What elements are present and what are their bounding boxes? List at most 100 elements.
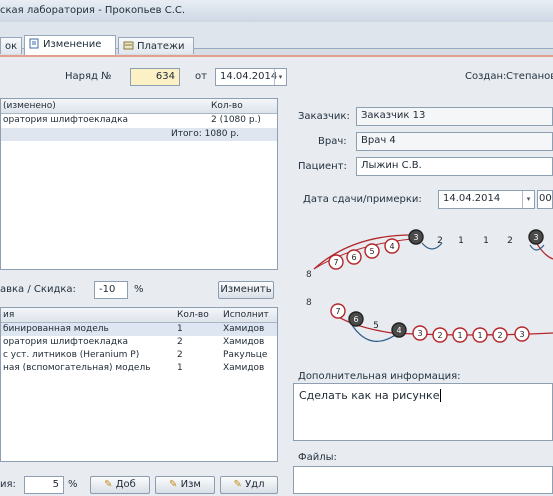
table-row[interactable]: оратория шлифтоекладка 2 Хамидов xyxy=(1,336,277,349)
footer-percent-field[interactable]: 5 xyxy=(24,476,64,494)
row-cell: 2 (1080 р.) xyxy=(211,115,261,125)
pencil-icon: ✎ xyxy=(233,479,242,490)
tab-order[interactable]: ок xyxy=(0,37,22,54)
delivery-date-field[interactable]: 14.04.2014 ▾ xyxy=(438,190,535,209)
footer-unit: % xyxy=(68,479,78,490)
document-icon xyxy=(29,38,40,49)
calendar-dropdown-icon[interactable]: ▾ xyxy=(274,69,286,85)
lower-tooth-label: 1 xyxy=(457,331,462,340)
bridge-line-upper-right xyxy=(529,244,545,251)
table-row[interactable]: с уст. литников (Heranium P) 2 Ракульце xyxy=(1,349,277,362)
row-cell: 1 xyxy=(177,324,183,334)
row-cell: Хамидов xyxy=(223,324,265,334)
customer-combo[interactable]: Заказчик 13 xyxy=(356,107,553,126)
column-header: Кол-во xyxy=(177,310,209,320)
discount-unit: % xyxy=(134,284,144,295)
table-row[interactable]: ная (вспомогательная) модель 1 Хамидов xyxy=(1,362,277,375)
tab-change[interactable]: Изменение xyxy=(24,35,116,55)
works-detail-table[interactable]: ия Кол-во Исполнит бинированная модель 1… xyxy=(0,307,278,462)
date-from-label: от xyxy=(195,71,207,82)
info-label: Дополнительная информация: xyxy=(298,371,461,382)
doctor-label: Врач: xyxy=(318,136,347,147)
row-cell: Хамидов xyxy=(223,363,265,373)
pencil-icon: ✎ xyxy=(104,479,113,490)
upper-tooth-label: 6 xyxy=(351,253,356,262)
delivery-date-value: 14.04.2014 xyxy=(443,193,501,204)
created-value: Степанов С. xyxy=(506,71,553,82)
lower-tooth-label: 4 xyxy=(396,326,401,335)
discount-field[interactable]: -10 xyxy=(94,281,128,299)
column-header: ия xyxy=(3,310,15,320)
lower-tooth-label: 7 xyxy=(335,307,340,316)
order-number-field[interactable]: 634 xyxy=(130,68,180,86)
tab-payments[interactable]: Платежи xyxy=(118,37,194,54)
lower-tooth-label: 2 xyxy=(497,331,502,340)
discount-label: авка / Скидка: xyxy=(0,284,76,295)
row-cell: бинированная модель xyxy=(3,324,109,334)
tab-label: Платежи xyxy=(137,41,185,52)
add-button[interactable]: ✎ Доб xyxy=(90,476,150,494)
delivery-label: Дата сдачи/примерки: xyxy=(303,194,422,205)
order-date-value: 14.04.2014 xyxy=(220,71,278,82)
delivery-time-field[interactable]: 00 xyxy=(537,190,553,209)
delete-button[interactable]: ✎ Удл xyxy=(220,476,278,494)
delete-button-label: Удл xyxy=(245,479,265,490)
teeth-chart[interactable]: 7 6 5 4 3 2 1 1 2 3 7 6 5 4 3 2 1 1 2 3 8 8 xyxy=(292,215,553,365)
row-cell: Хамидов xyxy=(223,337,265,347)
add-button-label: Доб xyxy=(115,479,136,490)
upper-tooth-label: 7 xyxy=(333,258,338,267)
patient-field[interactable]: Лыжин С.В. xyxy=(356,157,553,176)
lower-tooth-label: 6 xyxy=(353,315,358,324)
edit-button[interactable]: ✎ Изм xyxy=(155,476,215,494)
chevron-down-icon[interactable]: ▾ xyxy=(522,191,534,208)
lower-missing-tooth: 5 xyxy=(373,321,379,331)
row-cell: 2 xyxy=(177,350,183,360)
side-number-lower: 8 xyxy=(306,298,312,308)
window-title: ская лаборатория - Прокопьев С.С. xyxy=(0,5,186,16)
order-date-field[interactable]: 14.04.2014 ▾ xyxy=(215,68,287,86)
column-header: Исполнит xyxy=(223,310,269,320)
table-row[interactable]: бинированная модель 1 Хамидов xyxy=(1,323,277,336)
upper-tooth-label: 5 xyxy=(369,247,374,256)
title-bar: ская лаборатория - Прокопьев С.С. xyxy=(0,0,553,23)
row-cell: оратория шлифтоекладка xyxy=(3,337,129,347)
order-number-label: Наряд № xyxy=(65,71,112,82)
upper-tooth-label: 3 xyxy=(533,233,538,242)
upper-tooth-label: 3 xyxy=(413,233,418,242)
created-label: Создан: xyxy=(465,71,507,82)
change-button[interactable]: Изменить xyxy=(218,281,274,299)
upper-missing-tooth: 1 xyxy=(458,236,464,246)
lower-tooth-label: 2 xyxy=(437,331,442,340)
lower-teeth: 7 6 5 4 3 2 1 1 2 3 xyxy=(330,303,530,343)
upper-teeth: 76543 2 1 1 2 3 xyxy=(328,229,544,270)
total-row: Итого: 1080 р. xyxy=(1,128,277,141)
tab-label: Изменение xyxy=(43,39,102,50)
edit-button-label: Изм xyxy=(180,479,201,490)
upper-tooth-label: 4 xyxy=(389,242,394,251)
pencil-icon: ✎ xyxy=(169,479,178,490)
footer-label: ия: xyxy=(0,479,16,490)
customer-label: Заказчик: xyxy=(298,111,350,122)
files-list[interactable] xyxy=(293,466,553,494)
lower-tooth-label: 3 xyxy=(417,329,422,338)
row-cell: ная (вспомогательная) модель xyxy=(3,363,151,373)
row-cell: 1 xyxy=(177,363,183,373)
column-header: Кол-во xyxy=(211,101,243,111)
upper-missing-tooth: 2 xyxy=(507,236,513,246)
row-cell: 2 xyxy=(177,337,183,347)
lower-tooth-label: 3 xyxy=(519,330,524,339)
side-number-upper: 8 xyxy=(306,270,312,280)
doctor-combo[interactable]: Врач 4 xyxy=(356,132,553,151)
upper-missing-tooth: 1 xyxy=(483,236,489,246)
info-text: Сделать как на рисунке xyxy=(299,389,440,402)
column-header: (изменено) xyxy=(3,101,56,111)
ordered-works-table[interactable]: (изменено) Кол-во оратория шлифтоекладка… xyxy=(0,98,278,270)
files-label: Файлы: xyxy=(298,452,337,463)
tab-label: ок xyxy=(5,41,18,52)
row-cell: с уст. литников (Heranium P) xyxy=(3,350,140,360)
lower-tooth-label: 1 xyxy=(477,331,482,340)
row-cell: оратория шлифтоекладка xyxy=(3,115,129,125)
info-textarea[interactable]: Сделать как на рисунке xyxy=(293,383,553,441)
patient-label: Пациент: xyxy=(298,161,347,172)
table-row[interactable]: оратория шлифтоекладка 2 (1080 р.) xyxy=(1,114,277,127)
